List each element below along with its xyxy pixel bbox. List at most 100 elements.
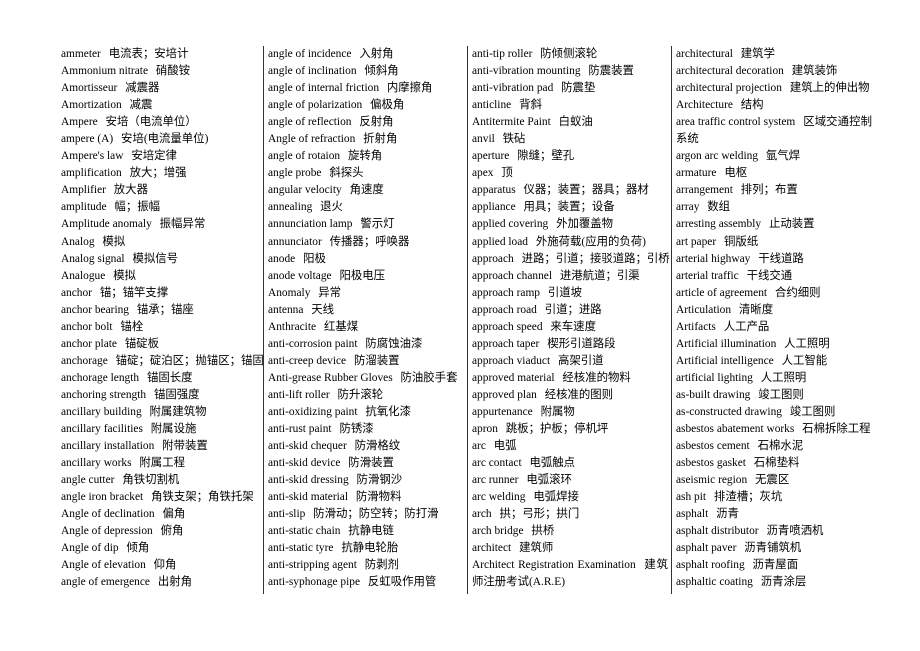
entry-translation: 附属设施 (150, 423, 197, 436)
glossary-entry: anode 阳极 (268, 251, 467, 268)
entry-translation: 反虹吸作用管 (367, 576, 437, 589)
glossary-entry: anvil 铁砧 (472, 131, 671, 148)
entry-term: applied load (472, 235, 528, 248)
glossary-entry: argon arc welding 氩气焊 (676, 148, 875, 165)
glossary-entry: anti-creep device 防溜装置 (268, 353, 467, 370)
entry-term: anchor bolt (61, 320, 113, 333)
entry-term: Amplitude anomaly (61, 218, 152, 231)
glossary-entry: Architecture 结构 (676, 97, 875, 114)
entry-translation: 清晰度 (738, 303, 774, 316)
entry-term: ancillary building (61, 405, 142, 418)
glossary-entry: architectural projection 建筑上的伸出物 (676, 80, 875, 97)
entry-term: anti-static chain (268, 525, 341, 538)
glossary-entry: ancillary installation 附带装置 (61, 438, 263, 455)
entry-term: anti-skid device (268, 457, 341, 470)
entry-term: anti-tip roller (472, 48, 533, 60)
glossary-entry: appurtenance 附属物 (472, 404, 671, 421)
entry-term: anti-vibration pad (472, 82, 554, 95)
entry-translation: 电流表；安培计 (108, 48, 189, 60)
entry-translation: 防油胶手套 (400, 371, 458, 384)
glossary-entry: anti-skid material 防滑物料 (268, 489, 467, 506)
entry-term: applied covering (472, 218, 549, 231)
entry-term: arterial traffic (676, 269, 739, 282)
entry-term: architectural (676, 48, 733, 60)
glossary-entry: approach speed 来车速度 (472, 319, 671, 336)
glossary-entry: anode voltage 阳极电压 (268, 268, 467, 285)
entry-term: ancillary installation (61, 440, 155, 453)
entry-translation: 角速度 (349, 184, 384, 197)
entry-translation: 石棉垫料 (753, 457, 800, 470)
entry-translation: 楔形引道路段 (547, 337, 616, 350)
entry-term: angle probe (268, 167, 322, 180)
entry-term: array (676, 201, 700, 214)
glossary-entry: ampere (A) 安培(电流量单位) (61, 131, 263, 148)
entry-translation: 进港航道；引渠 (559, 269, 640, 282)
glossary-entry: anchorage length 锚固长度 (61, 370, 263, 387)
entry-translation: 排渣槽；灰坑 (713, 491, 783, 504)
entry-term: Ampere (61, 116, 98, 129)
glossary-entry: asphalt distributor 沥青喷洒机 (676, 523, 875, 540)
glossary-entry: anti-syphonage pipe 反虹吸作用管 (268, 574, 467, 591)
entry-term: anvil (472, 133, 495, 146)
entry-translation: 附属工程 (139, 457, 185, 470)
entry-translation: 人工产品 (723, 320, 770, 333)
glossary-entry: ammeter 电流表；安培计 (61, 46, 263, 63)
entry-translation: 沥青喷洒机 (766, 525, 824, 538)
entry-term: art paper (676, 235, 717, 248)
glossary-entry: approved plan 经核准的图则 (472, 387, 671, 404)
entry-term: amplification (61, 167, 122, 180)
glossary-entry: angle of rotaion 旋转角 (268, 148, 467, 165)
entry-translation: 抗氧化漆 (365, 405, 411, 418)
glossary-entry: anchor 锚；锚竿支撑 (61, 285, 263, 302)
entry-term: aperture (472, 150, 510, 163)
entry-term: Ammonium nitrate (61, 65, 148, 78)
entry-translation: 止动装置 (768, 218, 815, 231)
entry-term: anti-static tyre (268, 542, 334, 555)
glossary-entry: Anomaly 异常 (268, 285, 467, 302)
glossary-entry: Angle of refraction 折射角 (268, 131, 467, 148)
entry-translation: 仰角 (153, 559, 177, 572)
glossary-column-2: angle of incidence 入射角 angle of inclinati… (263, 46, 467, 594)
entry-translation: 仪器；装置；器具；器材 (523, 184, 649, 197)
glossary-entry: angle probe 斜探头 (268, 165, 467, 182)
glossary-entry: anchorage 锚碇；碇泊区；抛锚区；锚固 (61, 353, 263, 370)
entry-term: anti-syphonage pipe (268, 576, 361, 589)
glossary-entry: appliance 用具；装置；设备 (472, 199, 671, 216)
entry-term: ammeter (61, 48, 101, 60)
glossary-entry: applied load 外施荷载(应用的负荷) (472, 234, 671, 251)
entry-term: armature (676, 167, 717, 180)
entry-translation: 防滑装置 (348, 457, 394, 470)
entry-term: Architecture (676, 99, 733, 112)
entry-translation: 抗静电轮胎 (341, 542, 399, 555)
glossary-entry: apparatus 仪器；装置；器具；器材 (472, 182, 671, 199)
entry-translation: 防滑格纹 (354, 440, 401, 453)
entry-translation: 干线交通 (746, 269, 793, 282)
entry-term: anti-skid chequer (268, 440, 347, 453)
entry-translation: 人工照明 (760, 371, 807, 384)
entry-translation: 建筑装饰 (791, 65, 838, 78)
entry-translation: 异常 (318, 286, 342, 299)
glossary-entry: anti-rust paint 防锈漆 (268, 421, 467, 438)
entry-translation: 模拟信号 (132, 252, 179, 265)
entry-term: anti-corrosion paint (268, 337, 358, 350)
entry-term: anchorage (61, 354, 108, 367)
glossary-column-3: anti-tip roller 防倾侧滚轮 anti-vibration moun… (467, 46, 671, 594)
glossary-entry: anti-vibration pad 防震垫 (472, 80, 671, 97)
glossary-entry: Anti-grease Rubber Gloves 防油胶手套 (268, 370, 467, 387)
entry-term: Ampere's law (61, 150, 124, 163)
entry-translation: 安培（电流单位） (105, 116, 197, 129)
entry-term: appliance (472, 201, 516, 214)
entry-translation: 放大器 (113, 184, 148, 197)
glossary-entry: annealing 退火 (268, 199, 467, 216)
entry-translation: 来车速度 (550, 320, 596, 333)
entry-translation: 沥青涂层 (760, 576, 807, 589)
entry-term: anti-slip (268, 508, 306, 521)
entry-translation: 无震区 (755, 474, 790, 487)
glossary-entry: amplitude 幅；振幅 (61, 199, 263, 216)
entry-term: angle of incidence (268, 48, 352, 60)
entry-term: Angle of depression (61, 525, 153, 538)
glossary-entry: asphaltic coating 沥青涂层 (676, 574, 875, 591)
entry-term: Amortization (61, 99, 122, 112)
glossary-entry: angle of reflection 反射角 (268, 114, 467, 131)
entry-translation: 沥青 (716, 508, 739, 521)
